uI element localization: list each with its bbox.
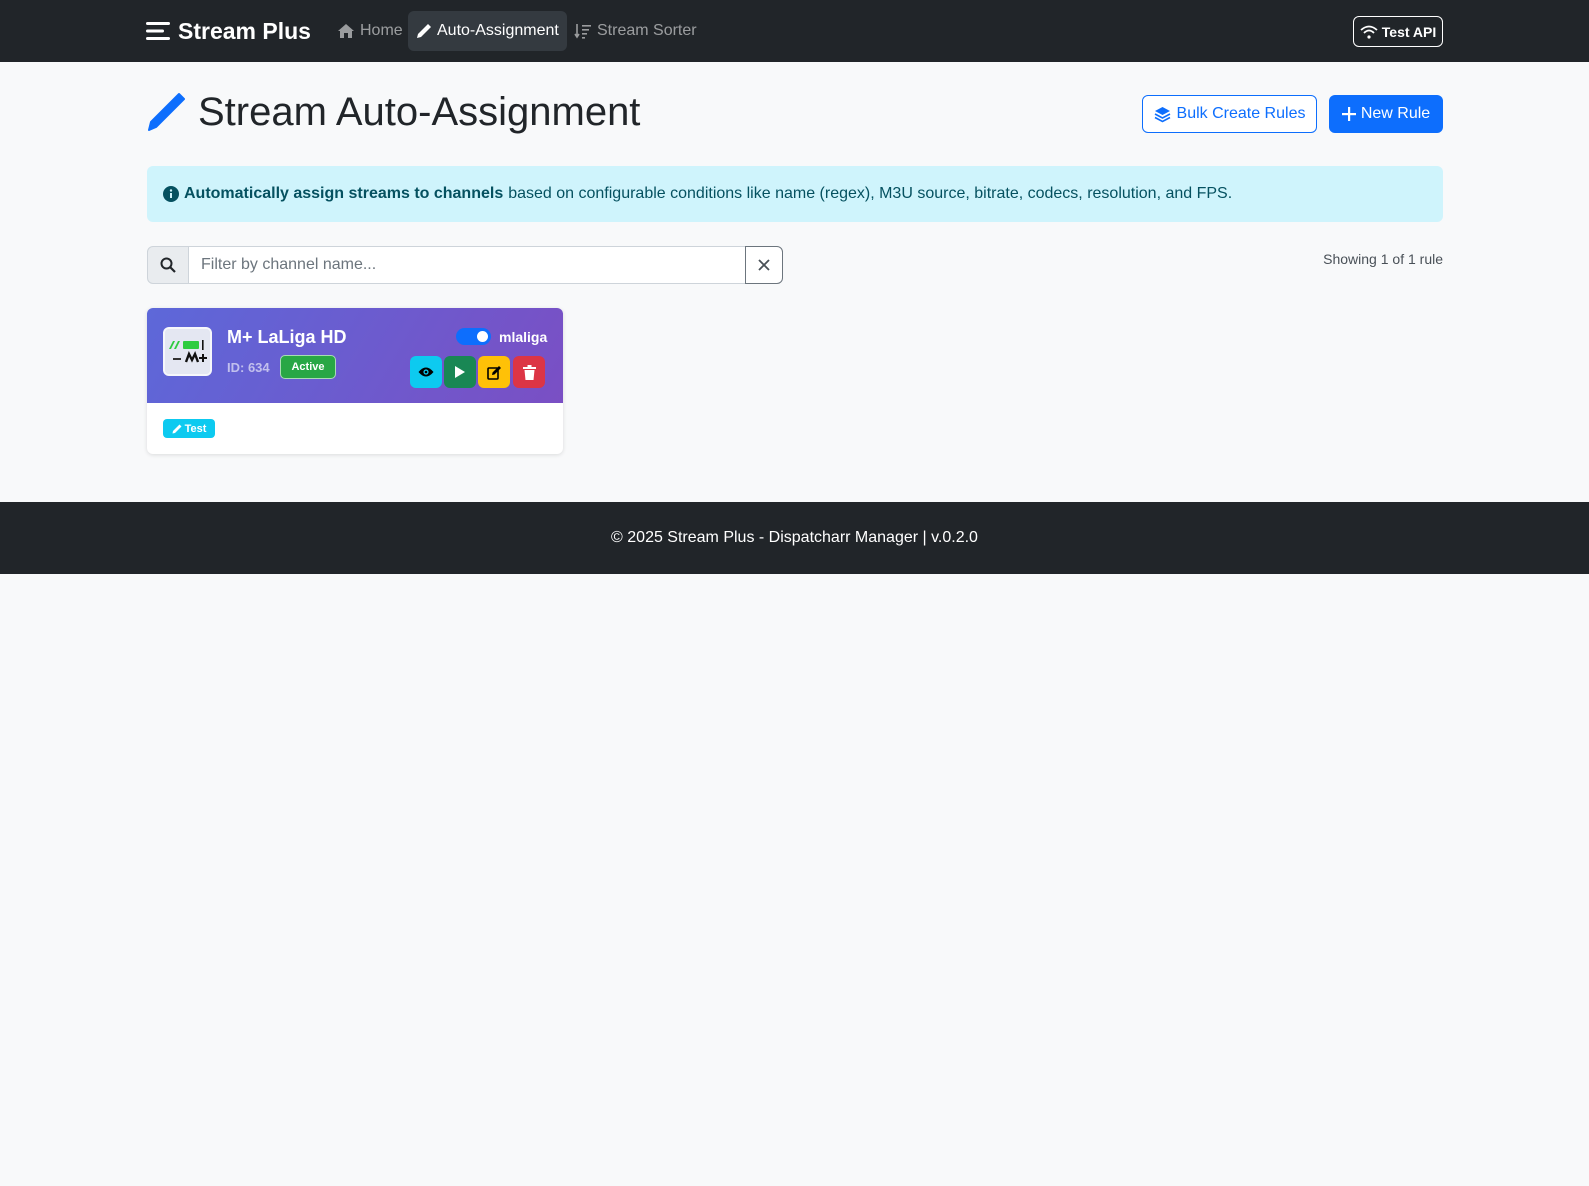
bulk-create-rules-button[interactable]: Bulk Create Rules <box>1142 95 1317 133</box>
trash-icon <box>522 364 536 380</box>
filter-group <box>147 246 783 284</box>
close-icon <box>758 259 770 271</box>
rule-card-body: Test <box>147 403 563 454</box>
delete-rule-button[interactable] <box>513 356 545 388</box>
nav-item-home[interactable]: Home <box>329 11 411 51</box>
bulk-create-label: Bulk Create Rules <box>1176 105 1306 122</box>
rule-enabled-toggle[interactable] <box>456 328 491 345</box>
edit-icon <box>486 365 501 380</box>
status-badge: Active <box>280 355 336 379</box>
filter-input[interactable] <box>189 246 745 284</box>
toggle-knob <box>477 331 488 342</box>
rule-card-header: M+ LaLiga HD ID: 634 Active mlaliga <box>147 308 563 403</box>
channel-logo-image <box>165 329 210 374</box>
search-icon <box>160 257 176 273</box>
clear-filter-button[interactable] <box>745 246 783 284</box>
info-alert: Automatically assign streams to channels… <box>147 166 1443 222</box>
page-title: Stream Auto-Assignment <box>146 88 640 136</box>
play-icon <box>455 366 465 378</box>
footer: © 2025 Stream Plus - Dispatcharr Manager… <box>0 502 1589 574</box>
nav-item-label: Home <box>360 22 403 39</box>
info-icon <box>163 186 179 202</box>
showing-count: Showing 1 of 1 rule <box>1323 251 1443 267</box>
rule-card: M+ LaLiga HD ID: 634 Active mlaliga Test <box>147 308 563 454</box>
filter-search-addon <box>147 246 189 284</box>
channel-logo <box>163 327 212 376</box>
layers-icon <box>1154 106 1170 122</box>
alert-bold-text: Automatically assign streams to channels <box>184 185 504 202</box>
pencil-icon <box>172 424 182 433</box>
toggle-label: mlaliga <box>499 329 548 345</box>
pencil-icon <box>417 24 431 38</box>
view-rule-button[interactable] <box>410 356 442 388</box>
navbar-brand[interactable]: Stream Plus <box>146 16 311 46</box>
test-rule-badge[interactable]: Test <box>163 419 215 438</box>
run-rule-button[interactable] <box>444 356 476 388</box>
test-api-label: Test API <box>1381 23 1437 40</box>
new-rule-button[interactable]: New Rule <box>1329 95 1443 133</box>
home-icon <box>338 24 354 38</box>
nav-item-label: Auto-Assignment <box>437 22 559 39</box>
channel-id: ID: 634 <box>227 360 270 375</box>
page-title-label: Stream Auto-Assignment <box>198 89 641 134</box>
navbar: Stream Plus Home Auto-Assignment Stream … <box>0 0 1589 62</box>
test-badge-label: Test <box>184 422 207 435</box>
footer-text: © 2025 Stream Plus - Dispatcharr Manager… <box>611 529 978 546</box>
nav-item-auto-assignment[interactable]: Auto-Assignment <box>408 11 567 51</box>
eye-icon <box>418 367 434 377</box>
edit-rule-button[interactable] <box>478 356 510 388</box>
list-icon <box>146 22 170 40</box>
channel-name: M+ LaLiga HD <box>227 327 347 347</box>
test-api-button[interactable]: Test API <box>1353 16 1443 47</box>
new-rule-label: New Rule <box>1360 105 1431 122</box>
plus-icon <box>1341 107 1356 121</box>
alert-text: based on configurable conditions like na… <box>508 185 1233 202</box>
wifi-icon <box>1360 25 1378 39</box>
nav-item-label: Stream Sorter <box>597 22 697 39</box>
pencil-icon <box>148 93 185 131</box>
sort-icon <box>574 24 591 39</box>
brand-label: Stream Plus <box>178 17 311 44</box>
nav-item-stream-sorter[interactable]: Stream Sorter <box>566 11 705 51</box>
